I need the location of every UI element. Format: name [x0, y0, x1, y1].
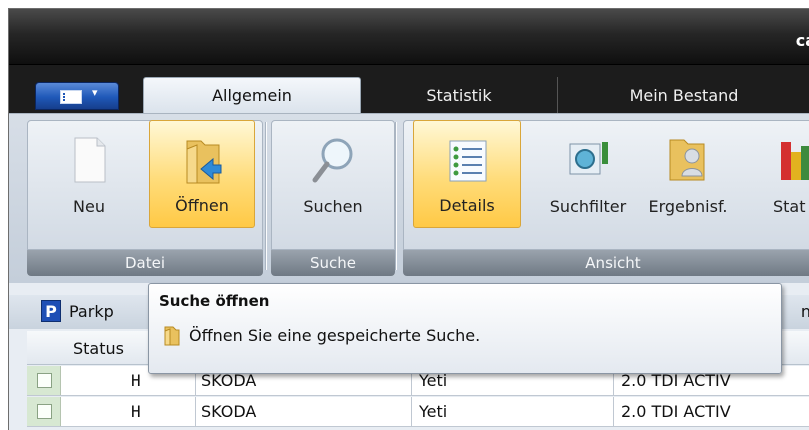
group-ansicht: Details Suchfilter Ergebnisf. Stat Ansic… [403, 120, 809, 276]
group-label-ansicht: Ansicht [403, 250, 809, 276]
tooltip-text: Öffnen Sie eine gespeicherte Suche. [189, 326, 481, 345]
new-document-icon [74, 137, 106, 183]
cell-brand: SKODA [201, 402, 257, 421]
parking-badge: P [41, 300, 61, 322]
magnifier-icon [312, 138, 353, 183]
parkplatz-tail-text: n [801, 302, 809, 321]
statistics-icon [781, 142, 809, 180]
menu-list-icon [60, 90, 82, 104]
open-folder-icon [164, 326, 180, 346]
row-checkbox[interactable] [37, 404, 52, 419]
open-button[interactable]: Öffnen [149, 120, 255, 228]
group-divider [265, 122, 267, 270]
group-datei: Neu Öffnen Datei [27, 120, 263, 276]
column-header-status[interactable]: Status [73, 339, 124, 358]
ribbon-panel: Neu Öffnen Datei Suchen Suche Details Su… [9, 113, 809, 283]
cell-status: H [131, 371, 141, 390]
details-list-icon [449, 140, 487, 182]
group-divider [395, 122, 397, 270]
window-title: ca [795, 31, 809, 50]
search-filter-icon [569, 142, 608, 175]
statistics-button[interactable]: Stat [755, 120, 809, 228]
application-menu-button[interactable]: ▾ [35, 82, 119, 110]
chevron-down-icon: ▾ [92, 86, 98, 99]
tab-mein-bestand[interactable]: Mein Bestand [557, 77, 809, 113]
new-button[interactable]: Neu [53, 120, 125, 228]
group-label-suche: Suche [271, 250, 395, 276]
tooltip: Suche öffnen Öffnen Sie eine gespeichert… [148, 283, 782, 374]
open-folder-icon [186, 140, 222, 184]
title-bar: ca [9, 9, 809, 65]
results-folder-button[interactable]: Ergebnisf. [641, 120, 735, 228]
details-button[interactable]: Details [413, 120, 521, 228]
cell-status: H [131, 402, 141, 421]
search-filter-button[interactable]: Suchfilter [545, 120, 631, 228]
results-folder-icon [669, 139, 705, 181]
tooltip-title: Suche öffnen [159, 292, 270, 310]
parkplatz-label: Parkp [69, 302, 114, 321]
tab-statistik[interactable]: Statistik [361, 77, 557, 113]
group-label-datei: Datei [27, 250, 263, 276]
search-button[interactable]: Suchen [297, 120, 369, 228]
ribbon-tab-row: ▾ Allgemein Statistik Mein Bestand [9, 65, 809, 113]
tab-allgemein[interactable]: Allgemein [143, 77, 361, 113]
row-checkbox[interactable] [37, 373, 52, 388]
cell-variant: 2.0 TDI ACTIV [621, 402, 731, 421]
group-suche: Suchen Suche [271, 120, 395, 276]
cell-model: Yeti [419, 402, 448, 421]
table-row[interactable]: H SKODA Yeti 2.0 TDI ACTIV [27, 397, 809, 427]
